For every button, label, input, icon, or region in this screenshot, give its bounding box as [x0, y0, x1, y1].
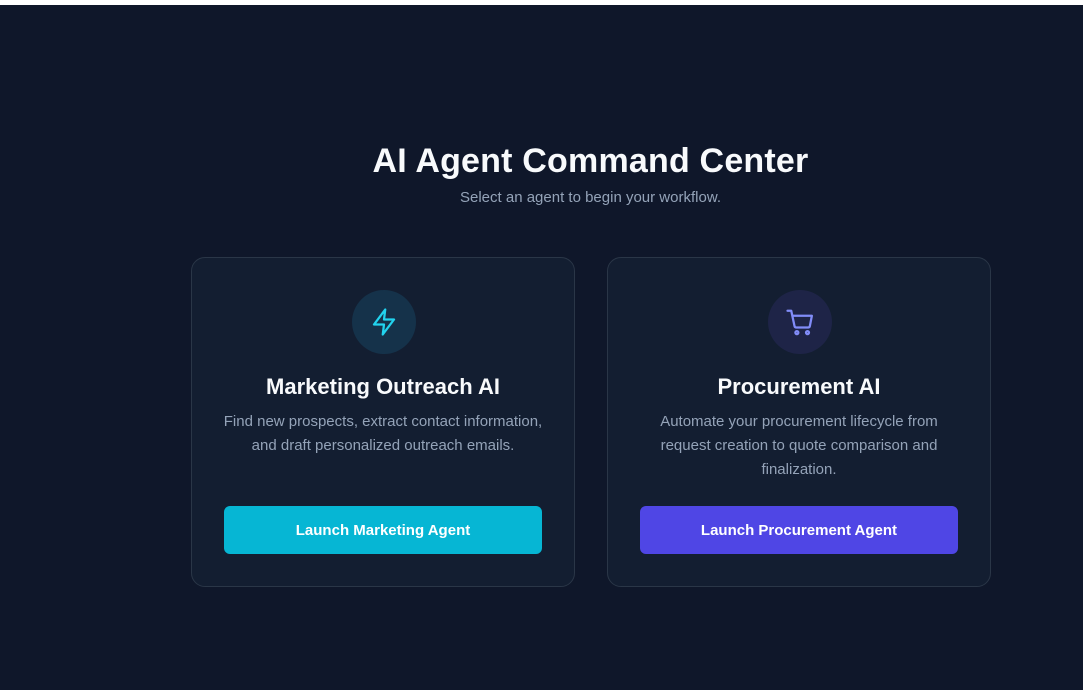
launch-marketing-agent-button[interactable]: Launch Marketing Agent: [224, 506, 542, 554]
page-subtitle: Select an agent to begin your workflow.: [460, 189, 721, 206]
procurement-agent-card: Procurement AI Automate your procurement…: [607, 257, 991, 587]
marketing-agent-title: Marketing Outreach AI: [266, 374, 500, 399]
launch-procurement-agent-button[interactable]: Launch Procurement Agent: [640, 506, 958, 554]
page-title: AI Agent Command Center: [372, 142, 809, 180]
command-center-page: AI Agent Command Center Select an agent …: [0, 5, 1083, 690]
procurement-agent-title: Procurement AI: [717, 374, 881, 399]
lightning-bolt-icon: [352, 290, 416, 354]
shopping-cart-icon: [768, 290, 832, 354]
marketing-agent-card: Marketing Outreach AI Find new prospects…: [191, 257, 575, 587]
procurement-agent-description: Automate your procurement lifecycle from…: [660, 413, 938, 478]
marketing-agent-description: Find new prospects, extract contact info…: [223, 413, 543, 454]
page-header: AI Agent Command Center Select an agent …: [0, 139, 1083, 208]
